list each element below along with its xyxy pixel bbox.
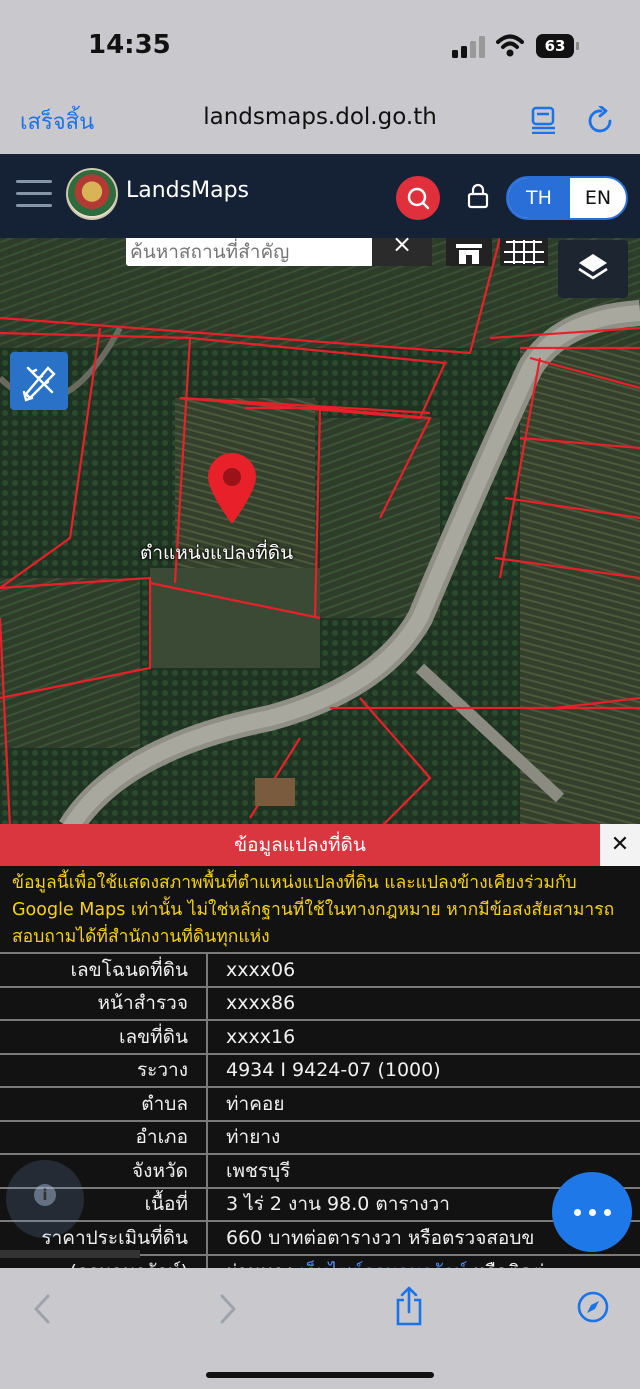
- table-row: ระวาง 4934 I 9424-07 (1000): [0, 1052, 640, 1087]
- disclaimer-text: ข้อมูลนี้เพื่อใช้แสดงสภาพพื้นที่ตำแหน่งแ…: [12, 873, 615, 947]
- back-icon[interactable]: [32, 1292, 52, 1326]
- row-value: xxxx86: [207, 985, 640, 1020]
- row-value: ท่ายาง: [207, 1119, 640, 1154]
- reader-icon[interactable]: [530, 106, 558, 134]
- row-label: เลขโฉนดที่ดิน: [0, 952, 208, 987]
- battery-icon: 63: [536, 34, 580, 58]
- browser-bottom-bar: [0, 1268, 640, 1389]
- lang-en-button[interactable]: EN: [570, 178, 626, 218]
- grid-icon: [504, 240, 544, 264]
- info-icon: i: [34, 1184, 56, 1206]
- table-row: จังหวัด เพชรบุรี: [0, 1153, 640, 1188]
- home-indicator: [206, 1372, 434, 1378]
- satellite-map: [0, 238, 640, 828]
- layers-button[interactable]: [558, 240, 628, 298]
- cellular-signal-icon: [452, 36, 485, 58]
- table-row: อำเภอ ท่ายาง: [0, 1119, 640, 1154]
- row-label: ระวาง: [0, 1052, 208, 1087]
- row-value: xxxx16: [207, 1019, 640, 1054]
- parcel-info-table: เลขโฉนดที่ดิน xxxx06 หน้าสำรวจ xxxx86 เล…: [0, 952, 640, 1288]
- panel-title: ข้อมูลแปลงที่ดิน: [0, 824, 600, 866]
- menu-icon[interactable]: [16, 180, 52, 210]
- status-time: 14:35: [88, 30, 171, 60]
- table-row: เนื้อที่ 3 ไร่ 2 งาน 98.0 ตารางวา: [0, 1186, 640, 1221]
- close-panel-button[interactable]: ✕: [600, 824, 640, 866]
- row-label: อำเภอ: [0, 1119, 208, 1154]
- screen: 14:35 63 เสร็จสิ้น landsmaps.dol.go.th L…: [0, 0, 640, 1389]
- row-value: xxxx06: [207, 952, 640, 987]
- reload-icon[interactable]: [588, 106, 614, 134]
- more-button[interactable]: [552, 1172, 632, 1252]
- row-label: เลขที่ดิน: [0, 1019, 208, 1054]
- house-icon: [456, 244, 482, 264]
- language-toggle[interactable]: TH EN: [506, 176, 628, 220]
- forward-icon[interactable]: [218, 1292, 238, 1326]
- clear-search-button[interactable]: ×: [372, 232, 432, 266]
- brand-name: LandsMaps: [126, 178, 249, 203]
- table-row: หน้าสำรวจ xxxx86: [0, 985, 640, 1020]
- row-value: 4934 I 9424-07 (1000): [207, 1052, 640, 1087]
- house-button[interactable]: [446, 238, 492, 266]
- table-row: เลขที่ดิน xxxx16: [0, 1019, 640, 1054]
- row-value: ท่าคอย: [207, 1086, 640, 1121]
- place-search[interactable]: [126, 238, 372, 266]
- map-view[interactable]: [0, 238, 640, 828]
- layers-icon: [578, 254, 608, 280]
- marker-label: ตำแหน่งแปลงที่ดิน: [140, 542, 294, 564]
- search-button[interactable]: [396, 176, 440, 220]
- draw-tool-button[interactable]: [10, 352, 68, 410]
- table-row: เลขโฉนดที่ดิน xxxx06: [0, 952, 640, 987]
- horizontal-scrollbar[interactable]: [0, 1250, 140, 1258]
- parcel-info-panel: ข้อมูลแปลงที่ดิน ✕ ข้อมูลนี้เพื่อใช้แสดง…: [0, 824, 640, 1288]
- logo: [66, 168, 118, 220]
- search-icon: [407, 187, 430, 210]
- status-bar: 14:35 63: [0, 0, 640, 92]
- app-header: LandsMaps TH EN: [0, 154, 640, 238]
- compass-icon[interactable]: [576, 1290, 610, 1324]
- grid-button[interactable]: [500, 238, 548, 266]
- location-pin-icon[interactable]: [205, 452, 259, 526]
- row-label: หน้าสำรวจ: [0, 985, 208, 1020]
- disclaimer-notice: ข้อมูลนี้เพื่อใช้แสดงสภาพพื้นที่ตำแหน่งแ…: [0, 870, 640, 951]
- table-row: ตำบล ท่าคอย: [0, 1086, 640, 1121]
- battery-level: 63: [536, 34, 574, 58]
- wifi-icon: [496, 34, 524, 57]
- share-icon[interactable]: [394, 1286, 424, 1326]
- place-search-input[interactable]: [126, 238, 372, 266]
- draw-tool-icon: [22, 366, 56, 402]
- info-button[interactable]: i: [6, 1160, 84, 1238]
- row-label: ตำบล: [0, 1086, 208, 1121]
- browser-top-bar: เสร็จสิ้น landsmaps.dol.go.th: [0, 92, 640, 154]
- lock-icon[interactable]: [466, 182, 490, 210]
- lang-th-button[interactable]: TH: [508, 178, 570, 218]
